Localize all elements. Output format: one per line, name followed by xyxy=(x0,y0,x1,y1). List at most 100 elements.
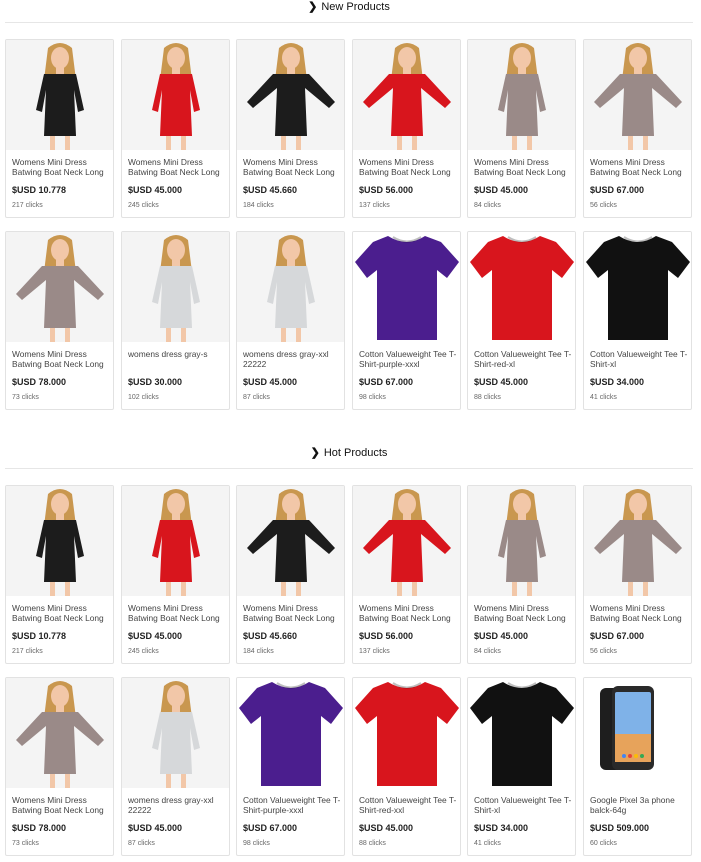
product-name[interactable]: Womens Mini Dress Batwing Boat Neck Long xyxy=(128,157,228,179)
product-name[interactable]: Womens Mini Dress Batwing Boat Neck Long xyxy=(359,603,459,625)
product-card[interactable]: Cotton Valueweight Tee T-Shirt-purple-xx… xyxy=(236,677,345,856)
product-card[interactable]: Womens Mini Dress Batwing Boat Neck Long… xyxy=(5,231,114,410)
product-card[interactable]: Womens Mini Dress Batwing Boat Neck Long… xyxy=(352,485,461,664)
taupe-batwing-dress-image[interactable] xyxy=(584,486,691,596)
product-price: $USD 45.000 xyxy=(474,631,529,641)
product-name[interactable]: Google Pixel 3a phone balck-64g xyxy=(590,795,690,817)
product-clicks: 60 clicks xyxy=(590,840,617,847)
black-tshirt-image[interactable] xyxy=(584,232,691,342)
taupe-dress-image[interactable] xyxy=(468,486,575,596)
product-name[interactable]: Cotton Valueweight Tee T-Shirt-purple-xx… xyxy=(243,795,343,817)
product-price: $USD 56.000 xyxy=(359,631,414,641)
product-card[interactable]: Womens Mini Dress Batwing Boat Neck Long… xyxy=(583,485,692,664)
product-price: $USD 10.778 xyxy=(12,185,67,195)
product-name[interactable]: Womens Mini Dress Batwing Boat Neck Long xyxy=(12,157,112,179)
red-batwing-dress-image[interactable] xyxy=(353,486,460,596)
product-card[interactable]: Womens Mini Dress Batwing Boat Neck Long… xyxy=(467,485,576,664)
product-name[interactable]: womens dress gray-xxl 22222 xyxy=(128,795,228,817)
red-tshirt-image[interactable] xyxy=(353,678,460,788)
black-dress-image[interactable] xyxy=(6,40,113,150)
product-price: $USD 78.000 xyxy=(12,377,67,387)
product-name[interactable]: Womens Mini Dress Batwing Boat Neck Long xyxy=(590,603,690,625)
product-price: $USD 67.000 xyxy=(359,377,414,387)
product-clicks: 137 clicks xyxy=(359,202,390,209)
purple-tshirt-image[interactable] xyxy=(353,232,460,342)
product-name[interactable]: Cotton Valueweight Tee T-Shirt-xl xyxy=(474,795,574,817)
black-batwing-dress-image[interactable] xyxy=(237,40,344,150)
product-price: $USD 10.778 xyxy=(12,631,67,641)
product-card[interactable]: Google Pixel 3a phone balck-64g $USD 509… xyxy=(583,677,692,856)
product-name[interactable]: Womens Mini Dress Batwing Boat Neck Long xyxy=(359,157,459,179)
section-title[interactable]: Hot Products xyxy=(324,447,388,459)
product-card[interactable]: Womens Mini Dress Batwing Boat Neck Long… xyxy=(352,39,461,218)
section-header: ❯ Hot Products xyxy=(5,446,693,469)
black-dress-image[interactable] xyxy=(6,486,113,596)
product-name[interactable]: Womens Mini Dress Batwing Boat Neck Long xyxy=(474,157,574,179)
product-name[interactable]: Womens Mini Dress Batwing Boat Neck Long xyxy=(243,603,343,625)
product-price: $USD 45.000 xyxy=(128,823,183,833)
product-clicks: 87 clicks xyxy=(243,394,270,401)
product-card[interactable]: Cotton Valueweight Tee T-Shirt-red-xxl $… xyxy=(352,677,461,856)
product-price: $USD 30.000 xyxy=(128,377,183,387)
product-price: $USD 34.000 xyxy=(590,377,645,387)
red-tshirt-image[interactable] xyxy=(468,232,575,342)
product-price: $USD 34.000 xyxy=(474,823,529,833)
product-card[interactable]: Womens Mini Dress Batwing Boat Neck Long… xyxy=(236,485,345,664)
gray-dress-image[interactable] xyxy=(237,232,344,342)
product-price: $USD 45.000 xyxy=(128,185,183,195)
product-name[interactable]: Womens Mini Dress Batwing Boat Neck Long xyxy=(474,603,574,625)
black-batwing-dress-image[interactable] xyxy=(237,486,344,596)
product-clicks: 84 clicks xyxy=(474,648,501,655)
product-name[interactable]: Womens Mini Dress Batwing Boat Neck Long xyxy=(243,157,343,179)
product-clicks: 73 clicks xyxy=(12,840,39,847)
product-name[interactable]: womens dress gray-s xyxy=(128,349,228,371)
product-name[interactable]: Womens Mini Dress Batwing Boat Neck Long xyxy=(12,349,112,371)
red-batwing-dress-image[interactable] xyxy=(353,40,460,150)
product-clicks: 184 clicks xyxy=(243,648,274,655)
product-card[interactable]: Womens Mini Dress Batwing Boat Neck Long… xyxy=(583,39,692,218)
product-name[interactable]: womens dress gray-xxl 22222 xyxy=(243,349,343,371)
product-price: $USD 509.000 xyxy=(590,823,650,833)
product-card[interactable]: womens dress gray-s $USD 30.000 102 clic… xyxy=(121,231,230,410)
gray-dress-image[interactable] xyxy=(122,232,229,342)
product-name[interactable]: Cotton Valueweight Tee T-Shirt-red-xl xyxy=(474,349,574,371)
product-card[interactable]: Cotton Valueweight Tee T-Shirt-xl $USD 3… xyxy=(467,677,576,856)
product-clicks: 73 clicks xyxy=(12,394,39,401)
taupe-batwing-dress-image[interactable] xyxy=(584,40,691,150)
red-dress-image[interactable] xyxy=(122,40,229,150)
product-card[interactable]: Womens Mini Dress Batwing Boat Neck Long… xyxy=(467,39,576,218)
gray-dress-image[interactable] xyxy=(122,678,229,788)
taupe-dress-image[interactable] xyxy=(468,40,575,150)
product-name[interactable]: Womens Mini Dress Batwing Boat Neck Long xyxy=(12,603,112,625)
product-card[interactable]: womens dress gray-xxl 22222 $USD 45.000 … xyxy=(236,231,345,410)
product-price: $USD 45.000 xyxy=(128,631,183,641)
product-card[interactable]: Womens Mini Dress Batwing Boat Neck Long… xyxy=(236,39,345,218)
product-price: $USD 45.000 xyxy=(359,823,414,833)
product-card[interactable]: Cotton Valueweight Tee T-Shirt-purple-xx… xyxy=(352,231,461,410)
product-card[interactable]: Cotton Valueweight Tee T-Shirt-xl $USD 3… xyxy=(583,231,692,410)
product-name[interactable]: Womens Mini Dress Batwing Boat Neck Long xyxy=(590,157,690,179)
product-card[interactable]: Womens Mini Dress Batwing Boat Neck Long… xyxy=(121,485,230,664)
black-tshirt-image[interactable] xyxy=(468,678,575,788)
taupe-dress-back-image[interactable] xyxy=(6,678,113,788)
product-clicks: 217 clicks xyxy=(12,648,43,655)
product-name[interactable]: Cotton Valueweight Tee T-Shirt-purple-xx… xyxy=(359,349,459,371)
product-card[interactable]: Womens Mini Dress Batwing Boat Neck Long… xyxy=(121,39,230,218)
product-name[interactable]: Womens Mini Dress Batwing Boat Neck Long xyxy=(128,603,228,625)
purple-tshirt-image[interactable] xyxy=(237,678,344,788)
product-card[interactable]: Cotton Valueweight Tee T-Shirt-red-xl $U… xyxy=(467,231,576,410)
product-card[interactable]: Womens Mini Dress Batwing Boat Neck Long… xyxy=(5,677,114,856)
product-card[interactable]: womens dress gray-xxl 22222 $USD 45.000 … xyxy=(121,677,230,856)
product-card[interactable]: Womens Mini Dress Batwing Boat Neck Long… xyxy=(5,39,114,218)
product-name[interactable]: Womens Mini Dress Batwing Boat Neck Long xyxy=(12,795,112,817)
taupe-dress-back-image[interactable] xyxy=(6,232,113,342)
red-dress-image[interactable] xyxy=(122,486,229,596)
phone-image[interactable] xyxy=(584,678,691,788)
section-title[interactable]: New Products xyxy=(321,1,389,13)
product-price: $USD 78.000 xyxy=(12,823,67,833)
product-card[interactable]: Womens Mini Dress Batwing Boat Neck Long… xyxy=(5,485,114,664)
product-price: $USD 67.000 xyxy=(590,631,645,641)
chevron-right-icon: ❯ xyxy=(308,1,318,13)
product-name[interactable]: Cotton Valueweight Tee T-Shirt-red-xxl xyxy=(359,795,459,817)
product-name[interactable]: Cotton Valueweight Tee T-Shirt-xl xyxy=(590,349,690,371)
